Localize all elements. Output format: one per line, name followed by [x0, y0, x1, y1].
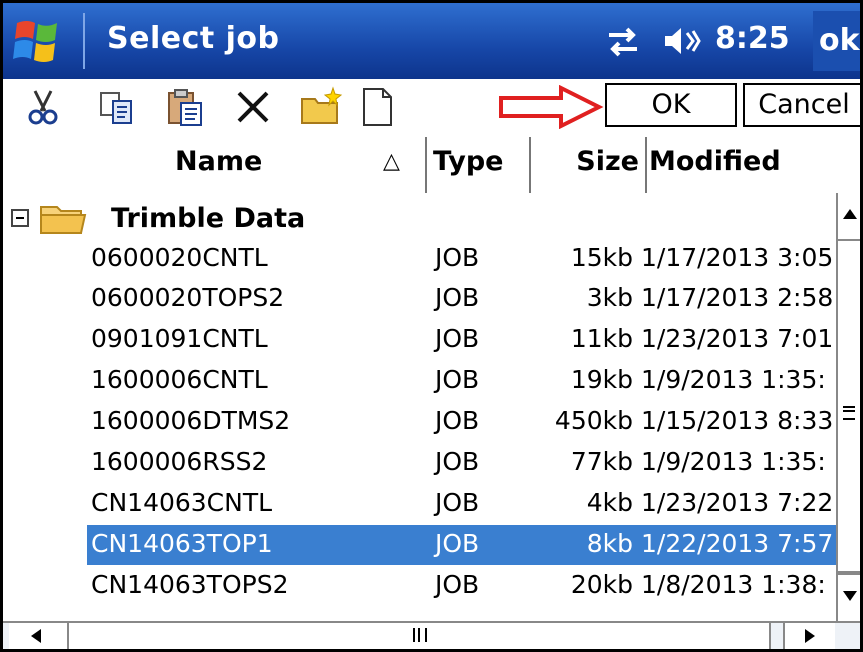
- cell-modified: 1/15/2013 8:33: [641, 406, 834, 435]
- scroll-left-arrow-icon[interactable]: [9, 623, 69, 649]
- folder-row[interactable]: Trimble Data: [3, 199, 836, 239]
- cell-type: JOB: [435, 406, 480, 435]
- table-row[interactable]: 1600006CNTL JOB 19kb 1/9/2013 1:35:: [3, 361, 836, 401]
- cell-modified: 1/23/2013 7:22: [641, 488, 834, 517]
- annotation-arrow: [499, 85, 604, 129]
- title-bar: Select job 8:25 ok: [3, 3, 860, 79]
- cell-modified: 1/9/2013 1:35:: [641, 447, 826, 476]
- folder-icon: [40, 206, 87, 234]
- cell-size: 3kb: [586, 283, 633, 312]
- cell-type: JOB: [435, 529, 480, 558]
- connectivity-icon[interactable]: [603, 23, 643, 59]
- new-file-icon[interactable]: [355, 85, 399, 129]
- title-separator: [83, 13, 85, 69]
- table-row[interactable]: 0901091CNTL JOB 11kb 1/23/2013 7:01: [3, 320, 836, 360]
- cell-size: 77kb: [570, 447, 633, 476]
- cell-modified: 1/17/2013 3:05: [641, 243, 834, 272]
- cell-type: JOB: [435, 243, 480, 272]
- horizontal-scrollbar[interactable]: [3, 621, 860, 649]
- cancel-button[interactable]: Cancel: [743, 83, 860, 127]
- sort-ascending-icon: △: [383, 149, 400, 174]
- scroll-right-arrow-icon[interactable]: [783, 623, 835, 649]
- scroll-down-arrow-icon[interactable]: [838, 573, 860, 621]
- cut-icon[interactable]: [21, 85, 65, 129]
- paste-icon[interactable]: [163, 85, 207, 129]
- cell-size: 15kb: [570, 243, 633, 272]
- vertical-scrollbar[interactable]: [836, 193, 860, 621]
- cell-name: CN14063CNTL: [91, 488, 273, 517]
- cell-type: JOB: [435, 365, 480, 394]
- cell-type: JOB: [435, 447, 480, 476]
- horizontal-scroll-thumb[interactable]: [69, 623, 771, 649]
- ok-button[interactable]: OK: [605, 83, 737, 127]
- device-frame: Select job 8:25 ok OK Cancel Name △ Type…: [0, 0, 863, 652]
- grip-icon: [843, 406, 855, 420]
- cell-name: CN14063TOPS2: [91, 570, 289, 599]
- cell-size: 450kb: [554, 406, 633, 435]
- screen: Select job 8:25 ok OK Cancel Name △ Type…: [3, 3, 860, 649]
- cell-name: 1600006RSS2: [91, 447, 268, 476]
- table-row-selected[interactable]: CN14063TOP1 JOB 8kb 1/22/2013 7:57: [3, 525, 836, 565]
- cell-type: JOB: [435, 324, 480, 353]
- cell-size: 20kb: [570, 570, 633, 599]
- column-header-name[interactable]: Name △: [3, 137, 427, 193]
- file-list: Trimble Data 0600020CNTL JOB 15kb 1/17/2…: [3, 193, 836, 621]
- new-folder-icon[interactable]: [299, 85, 343, 129]
- column-name-label: Name: [175, 146, 263, 177]
- column-header-type[interactable]: Type: [427, 137, 531, 193]
- cell-modified: 1/22/2013 7:57: [641, 529, 834, 558]
- table-row[interactable]: CN14063CNTL JOB 4kb 1/23/2013 7:22: [3, 484, 836, 524]
- cell-name: 1600006CNTL: [91, 365, 268, 394]
- cell-modified: 1/8/2013 1:38:: [641, 570, 826, 599]
- cell-modified: 1/17/2013 2:58: [641, 283, 834, 312]
- cell-size: 11kb: [570, 324, 633, 353]
- speaker-icon[interactable]: [661, 23, 703, 59]
- cell-type: JOB: [435, 570, 480, 599]
- column-header-modified[interactable]: Modified: [647, 137, 860, 193]
- column-header-size[interactable]: Size: [531, 137, 647, 193]
- cell-type: JOB: [435, 488, 480, 517]
- cell-name: 0600020CNTL: [91, 243, 268, 272]
- cell-modified: 1/9/2013 1:35:: [641, 365, 826, 394]
- cell-size: 4kb: [586, 488, 633, 517]
- vertical-scroll-thumb[interactable]: [838, 241, 860, 573]
- column-header: Name △ Type Size Modified: [3, 137, 860, 195]
- cell-size: 19kb: [570, 365, 633, 394]
- folder-label: Trimble Data: [111, 203, 306, 234]
- cell-modified: 1/23/2013 7:01: [641, 324, 834, 353]
- collapse-icon[interactable]: [11, 209, 29, 227]
- clock[interactable]: 8:25: [715, 21, 790, 56]
- scroll-up-arrow-icon[interactable]: [838, 193, 860, 241]
- cell-size: 8kb: [586, 529, 633, 558]
- cell-type: JOB: [435, 283, 480, 312]
- title-ok-button[interactable]: ok: [813, 11, 860, 71]
- table-row[interactable]: 1600006DTMS2 JOB 450kb 1/15/2013 8:33: [3, 402, 836, 442]
- copy-icon[interactable]: [95, 85, 139, 129]
- windows-flag-icon[interactable]: [11, 15, 63, 67]
- window-title: Select job: [107, 21, 280, 56]
- cell-name: CN14063TOP1: [91, 529, 273, 558]
- grip-icon: [413, 628, 427, 642]
- toolbar: OK Cancel: [3, 79, 860, 139]
- delete-icon[interactable]: [231, 85, 275, 129]
- cell-name: 0600020TOPS2: [91, 283, 285, 312]
- cell-name: 1600006DTMS2: [91, 406, 291, 435]
- cell-name: 0901091CNTL: [91, 324, 268, 353]
- table-row[interactable]: CN14063TOPS2 JOB 20kb 1/8/2013 1:38:: [3, 566, 836, 606]
- table-row[interactable]: 0600020CNTL JOB 15kb 1/17/2013 3:05: [3, 239, 836, 279]
- table-row[interactable]: 1600006RSS2 JOB 77kb 1/9/2013 1:35:: [3, 443, 836, 483]
- table-row[interactable]: 0600020TOPS2 JOB 3kb 1/17/2013 2:58: [3, 279, 836, 319]
